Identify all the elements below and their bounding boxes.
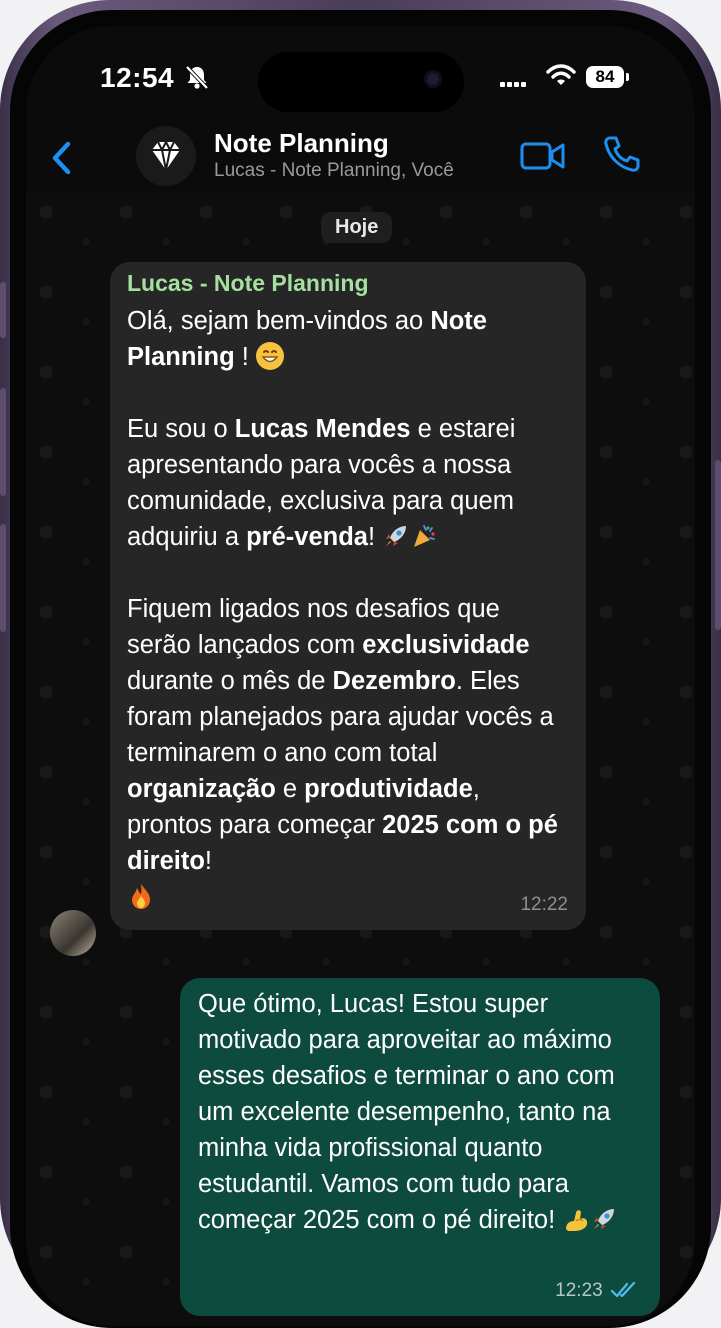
screen: 12:54 84 Note Planning Lucas - Note Plan…	[26, 26, 695, 1326]
battery-tip	[626, 73, 629, 81]
bold-text: produtividade	[304, 775, 473, 803]
chat-header: Note Planning Lucas - Note Planning, Voc…	[26, 126, 695, 192]
text-run: durante o mês de	[127, 667, 333, 695]
paragraph-3: Fiquem ligados nos desafios que serão la…	[127, 591, 568, 879]
bold-text: exclusividade	[362, 631, 530, 659]
battery-indicator: 84	[586, 66, 624, 88]
rocket-emoji-icon	[382, 522, 410, 550]
diamond-logo-icon	[152, 139, 180, 171]
bold-text: Lucas Mendes	[234, 415, 411, 443]
text-run: Eu sou o	[127, 415, 235, 443]
fire-emoji-icon	[127, 882, 155, 910]
text-run: Olá, sejam bem-vindos ao	[127, 307, 431, 335]
power-button	[715, 460, 721, 630]
status-time: 12:54	[100, 62, 175, 93]
chat-area[interactable]: Hoje Lucas - Note Planning Olá, sejam be…	[26, 192, 695, 1326]
group-avatar[interactable]	[136, 126, 196, 186]
date-separator: Hoje	[321, 212, 393, 243]
message-text: Que ótimo, Lucas! Estou super motivado p…	[198, 986, 644, 1238]
paragraph-2: Eu sou o Lucas Mendes e estarei apresent…	[127, 411, 568, 555]
bold-text: Dezembro	[332, 667, 456, 695]
volume-down-button	[0, 524, 6, 632]
party-popper-emoji-icon	[410, 522, 438, 550]
chat-participants[interactable]: Lucas - Note Planning, Você	[214, 160, 454, 182]
sender-avatar[interactable]	[50, 910, 96, 956]
grinning-face-emoji-icon	[255, 342, 284, 370]
bell-slash-icon	[185, 65, 209, 90]
message-timestamp: 12:23	[555, 1280, 603, 1301]
text-run: !	[367, 523, 383, 551]
text-run: Que ótimo, Lucas! Estou super motivado p…	[198, 990, 615, 1234]
paragraph-3-emoji	[127, 879, 568, 915]
text-run: !	[234, 343, 256, 371]
message-timestamp: 12:22	[520, 894, 568, 915]
front-camera	[424, 70, 442, 88]
phone-call-icon[interactable]	[602, 134, 642, 174]
chat-title[interactable]: Note Planning	[214, 128, 389, 159]
back-chevron-icon[interactable]	[48, 136, 74, 180]
phone-frame: 12:54 84 Note Planning Lucas - Note Plan…	[0, 0, 721, 1328]
action-button	[0, 282, 6, 338]
wifi-icon	[546, 64, 576, 85]
bold-text: pré-venda	[246, 523, 368, 551]
read-receipt-double-check-icon	[610, 1281, 636, 1298]
cellular-signal-icon	[500, 74, 528, 92]
rocket-emoji-icon	[590, 1205, 618, 1233]
paragraph-1: Olá, sejam bem-vindos ao Note Planning !	[127, 303, 568, 375]
text-run: !	[204, 847, 213, 875]
text-run: e	[275, 775, 305, 803]
volume-up-button	[0, 388, 6, 496]
bold-text: organização	[127, 775, 276, 803]
flexed-biceps-emoji-icon	[562, 1205, 590, 1233]
incoming-message-bubble[interactable]: Lucas - Note Planning Olá, sejam bem-vin…	[110, 262, 586, 930]
video-call-icon[interactable]	[520, 138, 566, 174]
status-bar: 12:54 84	[26, 26, 695, 126]
message-text: Olá, sejam bem-vindos ao Note Planning !…	[127, 303, 568, 915]
outgoing-message-bubble[interactable]: Que ótimo, Lucas! Estou super motivado p…	[180, 978, 660, 1316]
message-sender[interactable]: Lucas - Note Planning	[127, 270, 568, 297]
message-timestamp-row: 12:23	[555, 1280, 640, 1302]
